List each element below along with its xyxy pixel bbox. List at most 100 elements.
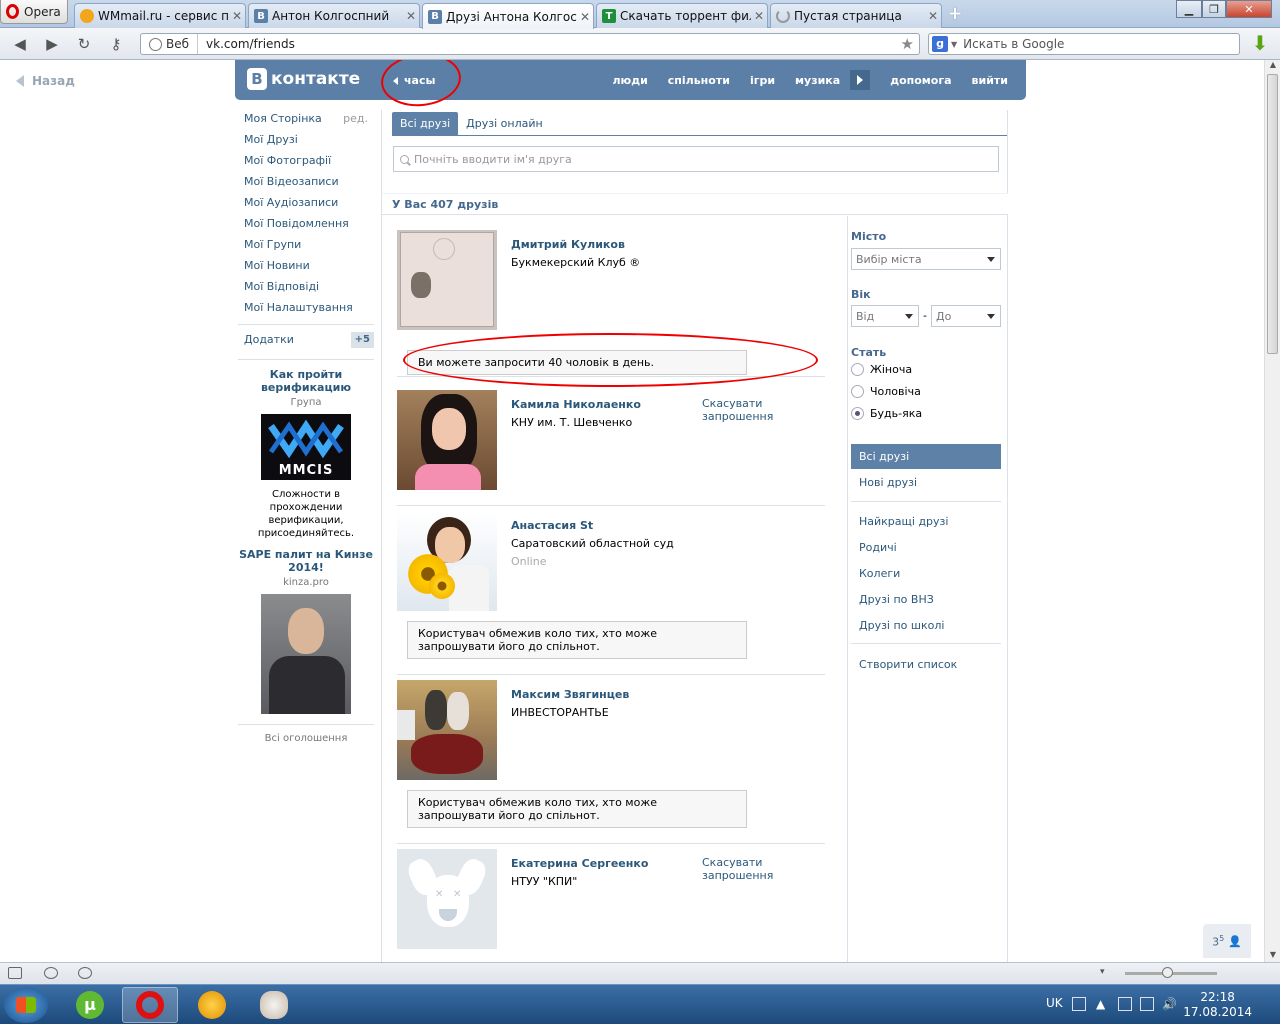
sidebar-item-videos[interactable]: Мої Відеозаписи [238,171,374,192]
sidebar-item-friends[interactable]: Мої Друзі [238,129,374,150]
reload-icon[interactable]: ↻ [74,34,94,54]
sidebar-item-my-page[interactable]: Моя Сторінка ред. [238,108,374,129]
friend-name[interactable]: Анастасия St [511,519,593,532]
key-icon[interactable]: ⚷ [106,34,126,54]
close-tab-icon[interactable]: ✕ [229,9,245,23]
cancel-invite-link[interactable]: Скасувати запрошення [702,856,780,882]
sex-radio-female[interactable]: Жіноча [851,363,912,376]
age-from-select[interactable]: Від [851,305,919,327]
taskbar-utorrent[interactable]: µ [62,987,118,1023]
right-menu-colleagues[interactable]: Колеги [851,561,1001,586]
music-play-icon[interactable] [850,70,871,90]
friend-avatar[interactable] [397,230,497,330]
sidebar-item-photos[interactable]: Мої Фотографії [238,150,374,171]
all-ads-link[interactable]: Всі оголошення [238,724,374,744]
tab-wmmail[interactable]: WMmail.ru - сервис п... ✕ [74,3,246,28]
menu-help[interactable]: допомога [890,74,951,87]
friend-avatar[interactable] [397,390,497,490]
right-menu-best-friends[interactable]: Найкращі друзі [851,509,1001,534]
sidebar-item-news[interactable]: Мої Новини [238,255,374,276]
menu-communities[interactable]: спільноти [668,74,730,87]
ad-title[interactable]: SAPE палит на Кинзе 2014! [238,548,374,574]
flag-icon[interactable] [1118,997,1132,1011]
zoom-slider[interactable] [1125,967,1217,978]
friend-name[interactable]: Камила Николаенко [511,398,641,411]
scroll-down-icon[interactable]: ▼ [1265,950,1280,962]
volume-icon[interactable]: 🔊 [1162,997,1177,1011]
friend-search-input[interactable]: Почніть вводити ім'я друга [393,146,999,172]
sex-radio-any[interactable]: Будь-яка [851,407,922,420]
sidebar-item-audio[interactable]: Мої Аудіозаписи [238,192,374,213]
tab-all-friends[interactable]: Всі друзі [392,112,459,136]
status-link[interactable]: часы [393,74,435,87]
menu-logout[interactable]: вийти [972,74,1008,87]
panel-toggle-icon[interactable] [8,967,22,979]
friend-avatar[interactable] [397,680,497,780]
tab-friends-online[interactable]: Друзі онлайн [458,112,551,136]
age-to-select[interactable]: До [931,305,1001,327]
tab-blank[interactable]: Пустая страница ✕ [770,3,942,28]
back-arrow-icon[interactable]: ◀ [10,34,30,54]
vertical-scrollbar[interactable]: ▲ ▼ [1264,60,1280,962]
search-engine-dropdown-icon[interactable]: ▼ [951,40,957,49]
start-button[interactable] [4,987,48,1023]
forward-arrow-icon[interactable]: ▶ [42,34,62,54]
vk-logo[interactable]: В контакте [247,68,360,90]
sidebar-item-groups[interactable]: Мої Групи [238,234,374,255]
sync-icon[interactable] [44,967,58,979]
friend-name[interactable]: Екатерина Сергеенко [511,857,648,870]
right-menu-relatives[interactable]: Родичі [851,535,1001,560]
notifications-bubble[interactable]: 35 👤 [1203,924,1251,958]
cancel-invite-link[interactable]: Скасувати запрошення [702,397,780,423]
clock[interactable]: 22:18 17.08.2014 [1183,990,1252,1020]
sidebar-item-settings[interactable]: Мої Налаштування [238,297,374,318]
mmcis-logo-image[interactable]: MMCIS [261,414,351,480]
scroll-up-icon[interactable]: ▲ [1265,60,1280,72]
right-menu-university[interactable]: Друзі по ВНЗ [851,587,1001,612]
tab-profile[interactable]: B Антон Колгоспний ✕ [248,3,420,28]
scrollbar-thumb[interactable] [1267,74,1278,354]
taskbar-opera[interactable] [122,987,178,1023]
taskbar-paint[interactable] [246,987,302,1023]
zoom-slider-knob[interactable] [1162,967,1173,978]
close-window-icon[interactable]: ✕ [1226,0,1272,18]
opera-menu-button[interactable]: Opera [0,0,68,24]
ad-title[interactable]: Как пройти верификацию [238,368,374,394]
minimize-icon[interactable]: ▁ [1176,0,1202,18]
right-menu-new-friends[interactable]: Нові друзі [851,470,1001,495]
friend-avatar[interactable] [397,511,497,611]
menu-games[interactable]: ігри [750,74,775,87]
sidebar-item-messages[interactable]: Мої Повідомлення [238,213,374,234]
network-icon[interactable] [1140,997,1154,1011]
close-tab-icon[interactable]: ✕ [403,9,419,23]
bookmark-star-icon[interactable]: ★ [901,35,919,53]
city-select[interactable]: Вибір міста [851,248,1001,270]
browser-search-field[interactable]: g ▼ Искать в Google [928,33,1240,55]
sidebar-item-apps[interactable]: Додатки +5 [238,327,374,353]
friend-avatar[interactable]: ✕ ✕ [397,849,497,949]
edit-link[interactable]: ред. [343,108,368,129]
close-tab-icon[interactable]: ✕ [577,10,593,24]
close-tab-icon[interactable]: ✕ [751,9,767,23]
view-icon[interactable]: ▾ [1100,967,1105,977]
friend-name[interactable]: Максим Звягинцев [511,688,629,701]
keyboard-icon[interactable] [1072,997,1086,1011]
friend-name[interactable]: Дмитрий Куликов [511,238,625,251]
taskbar-aimp[interactable] [184,987,240,1023]
address-url[interactable]: vk.com/friends [198,37,901,51]
sidebar-item-answers[interactable]: Мої Відповіді [238,276,374,297]
create-list-link[interactable]: Створити список [851,652,1001,677]
menu-music[interactable]: музика [795,74,840,87]
chevron-up-icon[interactable]: ▲ [1096,997,1110,1011]
ad-block-verification[interactable]: Как пройти верификацию Група MMCIS Сложн… [238,368,374,540]
right-menu-school[interactable]: Друзі по школі [851,613,1001,638]
ad-block-sape[interactable]: SAPE палит на Кинзе 2014! kinza.pro [238,548,374,714]
new-tab-icon[interactable]: + [945,5,965,25]
language-indicator[interactable]: UK [1046,996,1063,1010]
close-tab-icon[interactable]: ✕ [925,9,941,23]
turbo-icon[interactable] [78,967,92,979]
menu-people[interactable]: люди [612,74,647,87]
back-link[interactable]: Назад [16,74,75,88]
right-menu-all-friends[interactable]: Всі друзі [851,444,1001,469]
tab-friends[interactable]: B Друзі Антона Колгосп... ✕ [422,3,594,29]
